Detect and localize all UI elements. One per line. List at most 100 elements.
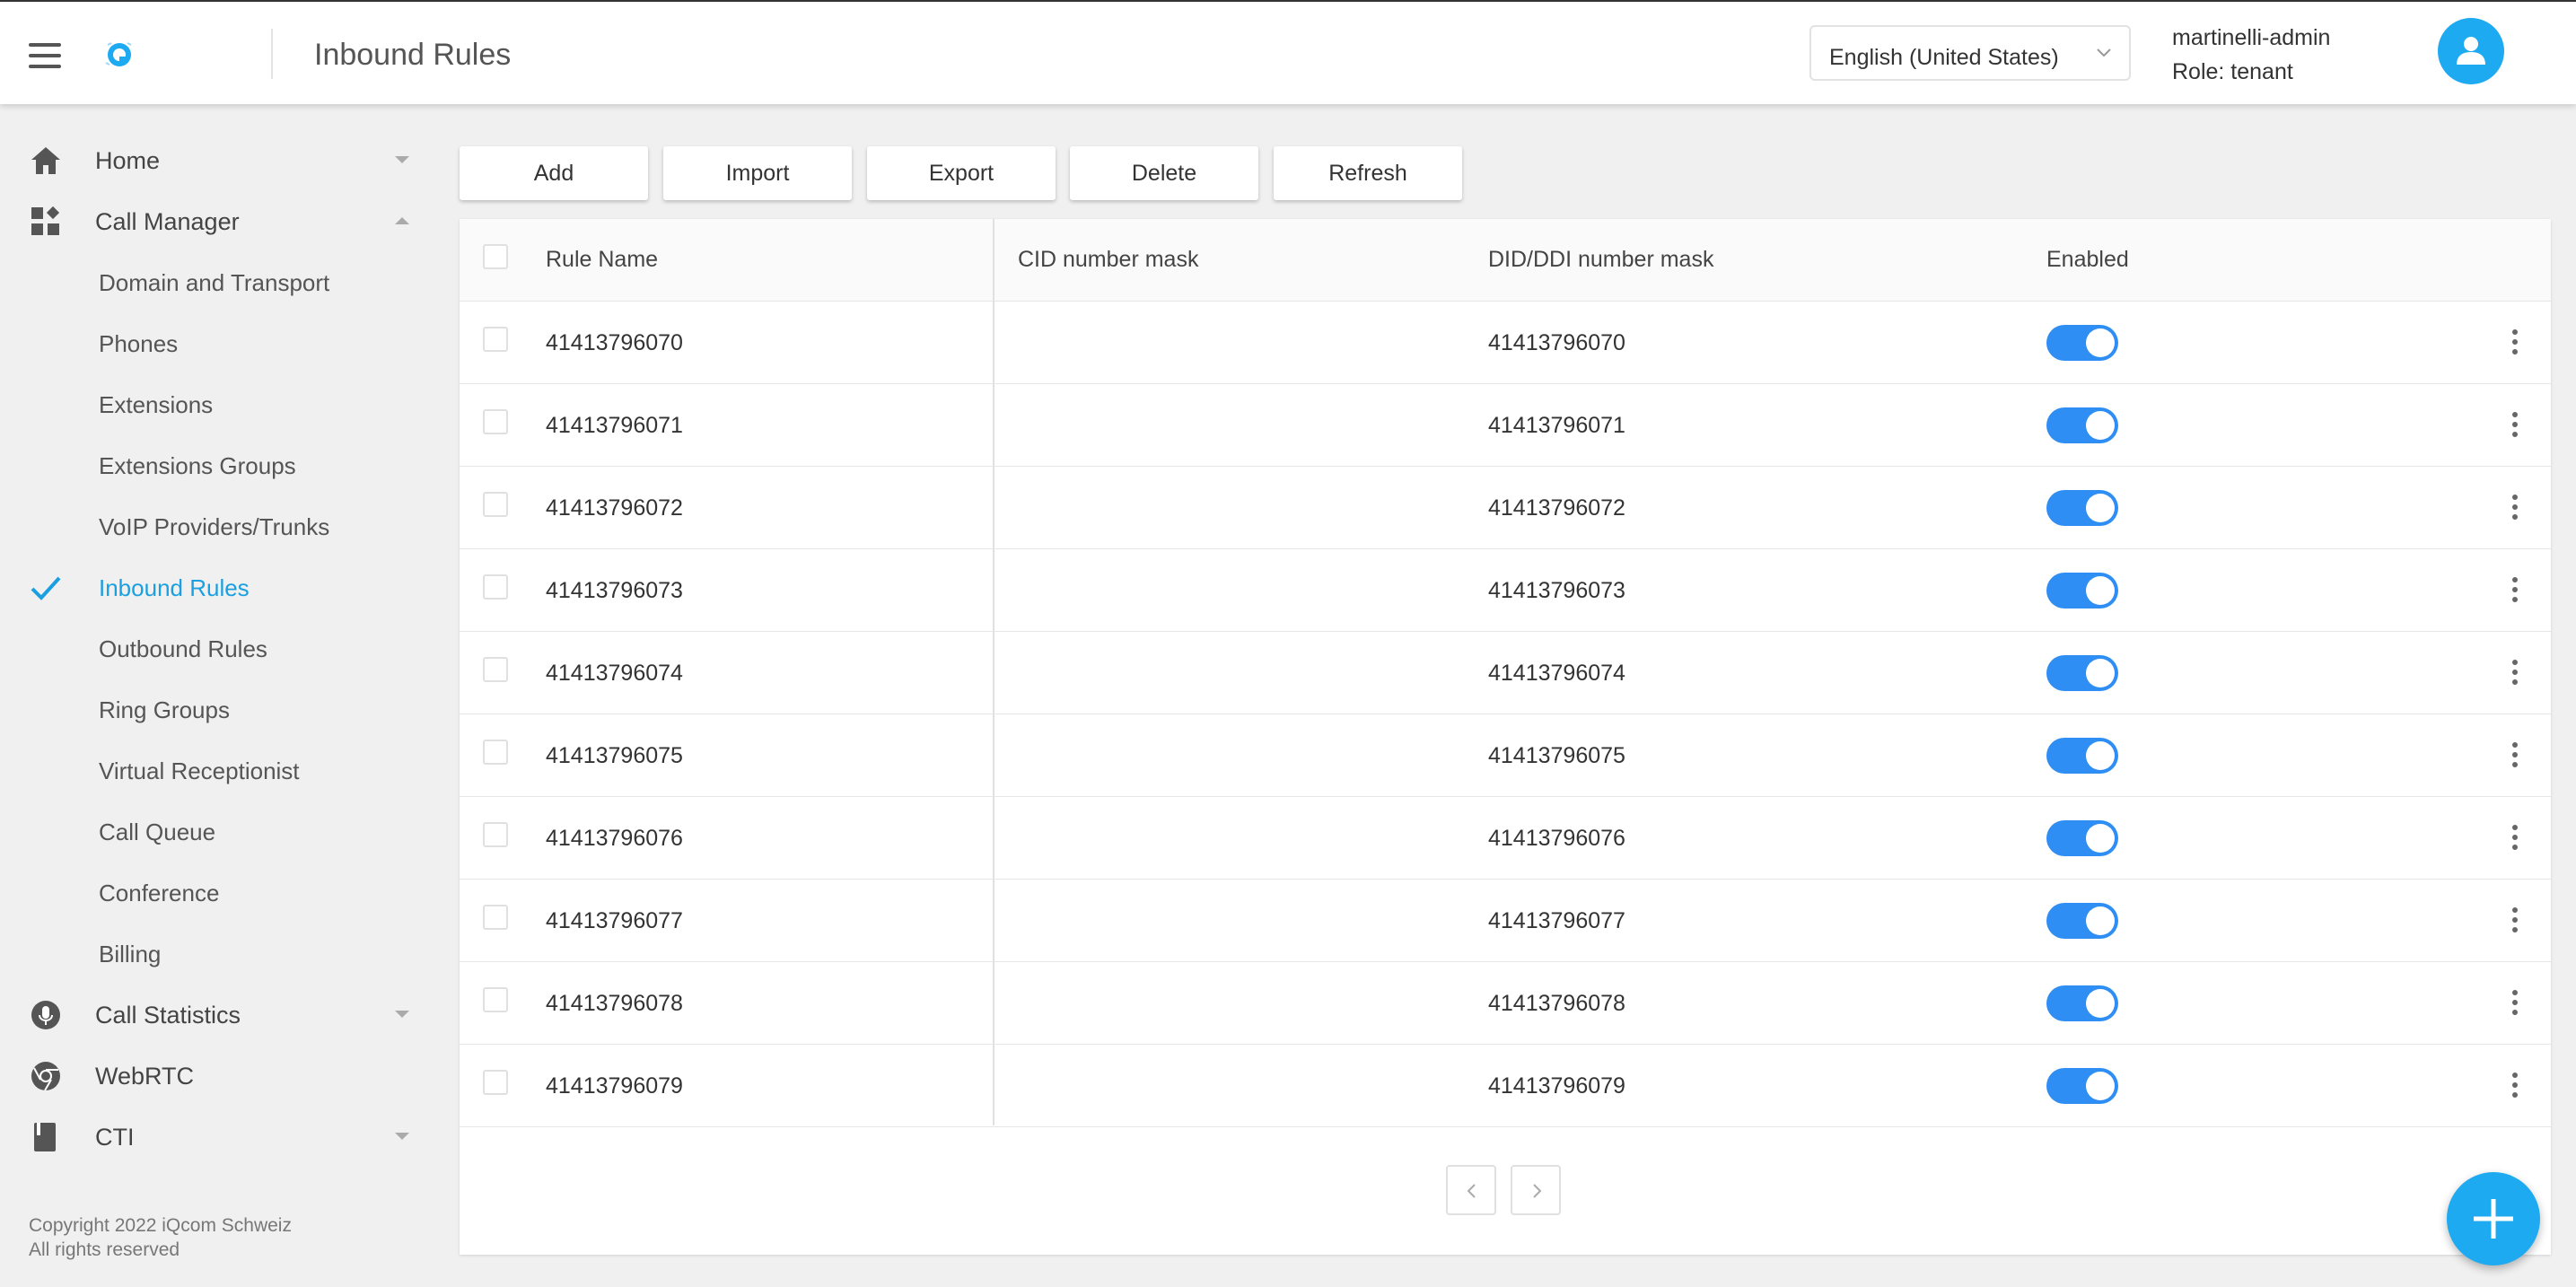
toggle-knob (2086, 659, 2115, 687)
row-checkbox[interactable] (483, 409, 508, 434)
export-button[interactable]: Export (867, 146, 1056, 200)
enabled-toggle[interactable] (2046, 573, 2118, 608)
column-header-enabled[interactable]: Enabled (2046, 247, 2129, 273)
row-checkbox[interactable] (483, 1070, 508, 1095)
toggle-knob (2086, 328, 2115, 357)
copyright-line: Copyright 2022 iQcom Schweiz (29, 1215, 292, 1236)
copyright: Copyright 2022 iQcom Schweiz All rights … (29, 1213, 292, 1262)
did-mask-cell: 41413796072 (1488, 495, 1625, 521)
enabled-toggle[interactable] (2046, 407, 2118, 443)
more-options-icon[interactable] (2504, 905, 2526, 937)
table-row[interactable]: 41413796070 41413796070 (460, 302, 2551, 384)
row-checkbox[interactable] (483, 740, 508, 765)
next-page-button[interactable] (1511, 1165, 1561, 1215)
more-options-icon[interactable] (2504, 492, 2526, 524)
enabled-toggle[interactable] (2046, 1068, 2118, 1104)
sidebar-item-outbound-rules[interactable]: Outbound Rules (0, 617, 431, 679)
caret-down-icon (395, 1011, 409, 1018)
nav-home[interactable]: Home (0, 129, 431, 190)
sidebar-item-phones[interactable]: Phones (0, 312, 431, 373)
rule-name-cell: 41413796076 (546, 826, 683, 851)
enabled-toggle[interactable] (2046, 325, 2118, 361)
book-icon (34, 1123, 56, 1151)
enabled-toggle[interactable] (2046, 490, 2118, 526)
rule-name-cell: 41413796074 (546, 661, 683, 686)
row-checkbox[interactable] (483, 905, 508, 930)
table-row[interactable]: 41413796076 41413796076 (460, 797, 2551, 880)
menu-icon[interactable] (29, 43, 61, 68)
table-row[interactable]: 41413796072 41413796072 (460, 467, 2551, 549)
toggle-knob (2086, 824, 2115, 853)
table-row[interactable]: 41413796077 41413796077 (460, 880, 2551, 962)
more-options-icon[interactable] (2504, 574, 2526, 607)
enabled-toggle[interactable] (2046, 820, 2118, 856)
nav-call-statistics[interactable]: Call Statistics (0, 984, 431, 1045)
table-row[interactable]: 41413796075 41413796075 (460, 714, 2551, 797)
more-options-icon[interactable] (2504, 1070, 2526, 1102)
sidebar-item-virtual-receptionist[interactable]: Virtual Receptionist (0, 740, 431, 801)
row-checkbox[interactable] (483, 574, 508, 600)
row-checkbox[interactable] (483, 657, 508, 682)
refresh-button[interactable]: Refresh (1274, 146, 1462, 200)
table-row[interactable]: 41413796079 41413796079 (460, 1045, 2551, 1127)
more-options-icon[interactable] (2504, 327, 2526, 359)
chevron-left-icon (1467, 1184, 1476, 1198)
column-header-cid-mask[interactable]: CID number mask (1018, 247, 1198, 273)
column-header-rule-name[interactable]: Rule Name (546, 247, 658, 273)
copyright-line: All rights reserved (29, 1239, 180, 1260)
select-all-checkbox[interactable] (483, 244, 508, 269)
sidebar-item-label: Inbound Rules (99, 574, 250, 601)
more-options-icon[interactable] (2504, 987, 2526, 1020)
nav-webrtc[interactable]: WebRTC (0, 1045, 431, 1106)
enabled-toggle[interactable] (2046, 655, 2118, 691)
nav-cti[interactable]: CTI (0, 1106, 431, 1167)
user-name: martinelli-admin (2172, 25, 2331, 50)
toggle-knob (2086, 906, 2115, 935)
toggle-knob (2086, 989, 2115, 1018)
sidebar-item-extensions-groups[interactable]: Extensions Groups (0, 434, 431, 495)
table-row[interactable]: 41413796073 41413796073 (460, 549, 2551, 632)
did-mask-cell: 41413796078 (1488, 991, 1625, 1016)
sidebar-item-extensions[interactable]: Extensions (0, 373, 431, 434)
add-button[interactable]: Add (460, 146, 648, 200)
enabled-toggle[interactable] (2046, 903, 2118, 939)
row-checkbox[interactable] (483, 987, 508, 1012)
delete-button[interactable]: Delete (1070, 146, 1258, 200)
table-row[interactable]: 41413796071 41413796071 (460, 384, 2551, 467)
more-options-icon[interactable] (2504, 409, 2526, 442)
user-avatar-button[interactable] (2438, 18, 2504, 84)
toggle-knob (2086, 1072, 2115, 1100)
enabled-toggle[interactable] (2046, 985, 2118, 1021)
row-checkbox[interactable] (483, 822, 508, 847)
table-row[interactable]: 41413796074 41413796074 (460, 632, 2551, 714)
sidebar-item-label: Extensions Groups (99, 452, 296, 479)
table-header: Rule Name CID number mask DID/DDI number… (460, 219, 2551, 302)
did-mask-cell: 41413796079 (1488, 1073, 1625, 1099)
did-mask-cell: 41413796076 (1488, 826, 1625, 851)
sidebar-item-billing[interactable]: Billing (0, 923, 431, 984)
nav-call-statistics-label: Call Statistics (95, 1002, 241, 1029)
prev-page-button[interactable] (1446, 1165, 1496, 1215)
sidebar-item-conference[interactable]: Conference (0, 862, 431, 923)
add-fab-button[interactable] (2447, 1172, 2540, 1265)
more-options-icon[interactable] (2504, 657, 2526, 689)
column-header-did-mask[interactable]: DID/DDI number mask (1488, 247, 1713, 273)
row-checkbox[interactable] (483, 492, 508, 517)
sidebar-item-inbound-rules[interactable]: Inbound Rules (0, 556, 431, 617)
table-row[interactable]: 41413796078 41413796078 (460, 962, 2551, 1045)
more-options-icon[interactable] (2504, 822, 2526, 854)
app-logo-icon (105, 42, 132, 66)
import-button[interactable]: Import (663, 146, 852, 200)
row-checkbox[interactable] (483, 327, 508, 352)
sidebar-item-voip-providers[interactable]: VoIP Providers/Trunks (0, 495, 431, 556)
toggle-knob (2086, 494, 2115, 522)
did-mask-cell: 41413796074 (1488, 661, 1625, 686)
more-options-icon[interactable] (2504, 740, 2526, 772)
nav-call-manager[interactable]: Call Manager (0, 190, 431, 251)
inbound-rules-table: Rule Name CID number mask DID/DDI number… (460, 219, 2551, 1255)
enabled-toggle[interactable] (2046, 738, 2118, 774)
sidebar-item-ring-groups[interactable]: Ring Groups (0, 679, 431, 740)
language-select[interactable]: English (United States) (1809, 25, 2131, 81)
sidebar-item-call-queue[interactable]: Call Queue (0, 801, 431, 862)
sidebar-item-domain-transport[interactable]: Domain and Transport (0, 251, 431, 312)
